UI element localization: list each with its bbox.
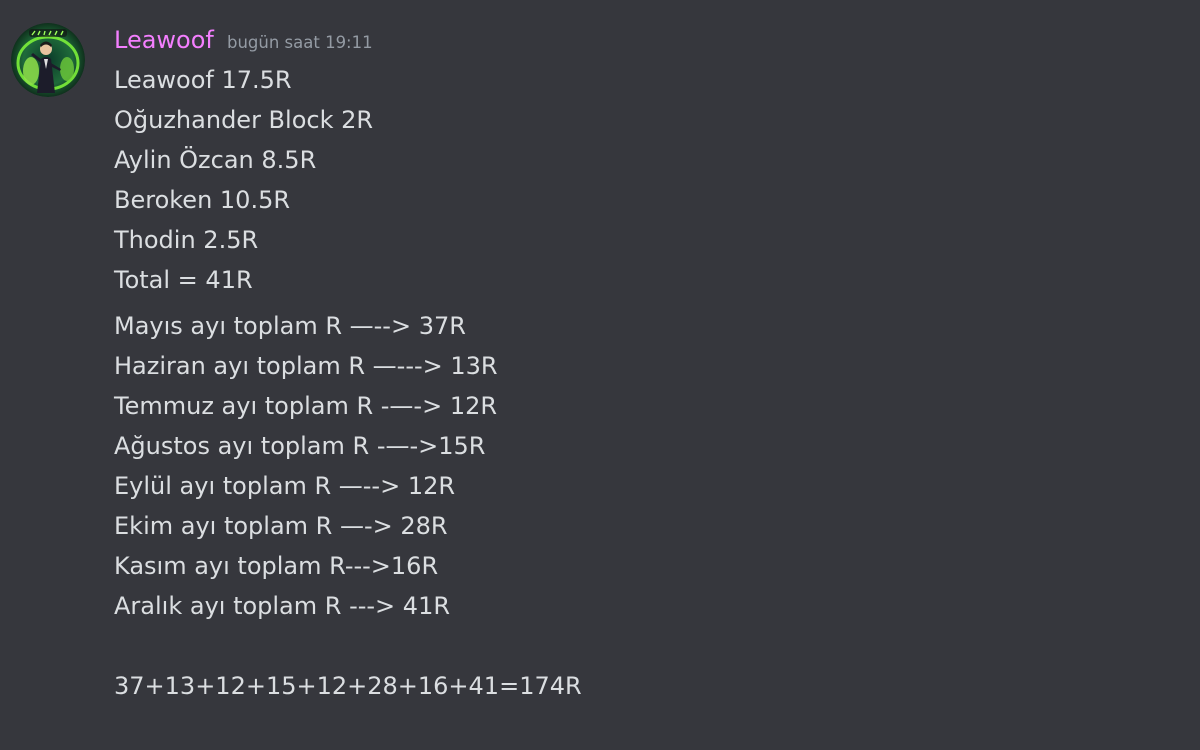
message-line: Aylin Özcan 8.5R: [114, 146, 317, 174]
message-line: Ekim ayı toplam R —-> 28R: [114, 512, 448, 540]
message-line: Ağustos ayı toplam R -—->15R: [114, 432, 486, 460]
message-line: Eylül ayı toplam R —--> 12R: [114, 472, 456, 500]
message-line: Temmuz ayı toplam R -—-> 12R: [114, 392, 498, 420]
avatar[interactable]: [11, 23, 85, 97]
chat-message: Leawoof bugün saat 19:11 Leawoof 17.5R O…: [0, 0, 1200, 750]
message-line: Total = 41R: [114, 266, 253, 294]
message-line: Mayıs ayı toplam R —--> 37R: [114, 312, 466, 340]
total-line: 37+13+12+15+12+28+16+41=174R: [114, 672, 582, 700]
message-line: Aralık ayı toplam R ---> 41R: [114, 592, 451, 620]
avatar-character-icon: [11, 23, 85, 97]
message-line: Beroken 10.5R: [114, 186, 291, 214]
message-content: Leawoof 17.5R Oğuzhander Block 2R Aylin …: [114, 60, 582, 706]
message-line: Thodin 2.5R: [114, 226, 259, 254]
message-header: Leawoof bugün saat 19:11: [114, 24, 373, 56]
message-line: Kasım ayı toplam R--->16R: [114, 552, 439, 580]
message-line: Haziran ayı toplam R —---> 13R: [114, 352, 498, 380]
message-line: Leawoof 17.5R: [114, 66, 292, 94]
message-line: Oğuzhander Block 2R: [114, 106, 374, 134]
timestamp: bugün saat 19:11: [226, 33, 373, 52]
username[interactable]: Leawoof: [114, 24, 214, 56]
